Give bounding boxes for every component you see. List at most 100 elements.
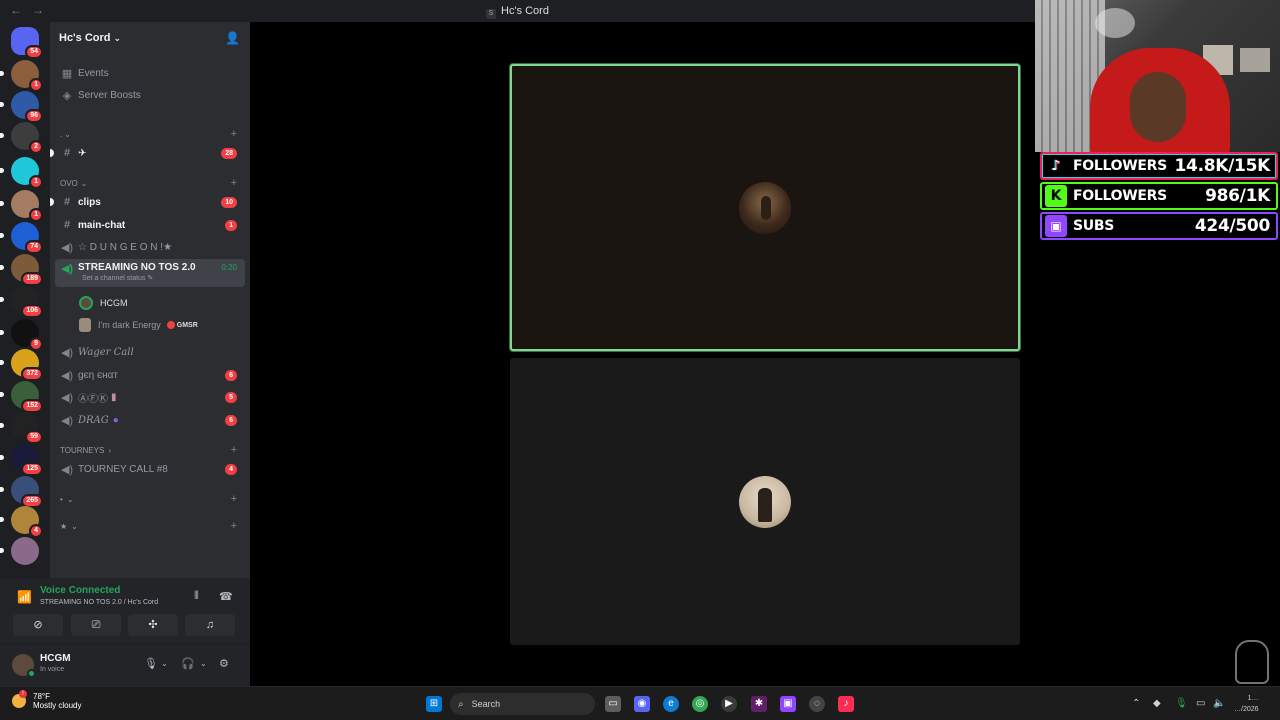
voice-connected-subtitle[interactable]: STREAMING NO TOS 2.0 / Hc's Cord — [40, 599, 158, 606]
category-tourneys[interactable]: TOURNEYS › + — [55, 440, 245, 460]
voice-channel-gen-chat[interactable]: ◀) gєη єнαт 6 — [55, 365, 245, 385]
pencil-icon: ✎ — [147, 275, 154, 282]
channel-plane[interactable]: # ✈ 28 — [50, 143, 245, 163]
gear-icon[interactable]: ⚙ — [219, 657, 229, 670]
start-icon[interactable]: ⊞ — [426, 696, 442, 712]
voice-channel-drag[interactable]: ◀) DRAG ● 6 — [55, 410, 245, 430]
server-icon[interactable]: 59 — [0, 412, 43, 444]
category-ovo[interactable]: OVO ⌄ + — [55, 173, 245, 193]
unread-indicator — [0, 487, 4, 492]
unread-indicator — [50, 149, 54, 157]
server-icon[interactable]: 74 — [0, 222, 43, 254]
speaker-icon: ◀) — [60, 263, 74, 275]
tiktok-app-icon[interactable]: ♪ — [838, 696, 854, 712]
voice-user-name: I'm dark Energy — [98, 320, 161, 330]
task-view-icon[interactable]: ▭ — [605, 696, 621, 712]
server-boosts-item[interactable]: ◈ Server Boosts — [55, 85, 245, 105]
participant-tile[interactable] — [510, 358, 1020, 645]
activities-button[interactable]: ✣ — [128, 614, 178, 636]
create-channel-icon[interactable]: + — [231, 520, 237, 532]
category-dot[interactable]: . ⌄ + — [55, 124, 245, 144]
mic-tray-icon[interactable]: 🎙 — [1175, 698, 1188, 709]
server-icon[interactable] — [0, 537, 39, 565]
mention-badge: 4 — [29, 524, 43, 538]
twitch-subs-goal: ▣ SUBS 424/500 — [1040, 212, 1278, 240]
microphone-icon[interactable]: 🎙 — [144, 657, 158, 670]
channel-clips[interactable]: # clips 10 — [50, 192, 245, 212]
network-icon[interactable]: ▭ — [1196, 698, 1205, 709]
chevron-down-icon[interactable]: ⌄ — [200, 659, 207, 668]
server-icon[interactable]: 125 — [0, 444, 43, 476]
camera-button[interactable]: ⊘ — [13, 614, 63, 636]
server-icon[interactable]: 4 — [0, 506, 43, 538]
disconnect-icon[interactable]: ☎ — [219, 590, 233, 603]
mention-badge: 1 — [29, 208, 43, 222]
server-icon[interactable]: 1 — [0, 60, 43, 92]
category-b[interactable]: ★ ⌄ + — [55, 516, 245, 536]
clock[interactable]: 1… …/2026 — [1234, 693, 1259, 715]
slack-icon[interactable]: ✱ — [751, 696, 767, 712]
voice-timer: 0:20 — [221, 263, 237, 272]
signal-icon[interactable]: 📶 — [17, 590, 32, 604]
create-channel-icon[interactable]: + — [231, 177, 237, 189]
voice-user-dark-energy[interactable]: I'm dark Energy GMSR — [79, 316, 198, 334]
media-player-icon[interactable]: ▶ — [721, 696, 737, 712]
clock-date: …/2026 — [1234, 706, 1259, 713]
mention-badge: 6 — [225, 369, 237, 381]
avatar — [79, 296, 93, 310]
streamer-face — [1130, 72, 1186, 142]
discord-icon[interactable]: ◉ — [634, 696, 650, 712]
server-icon[interactable]: 2 — [0, 122, 43, 154]
volume-icon[interactable]: 🔈 — [1213, 698, 1225, 709]
create-channel-icon[interactable]: + — [231, 128, 237, 140]
screen-share-icon: ⎚ — [91, 619, 101, 631]
camera-off-icon: ⊘ — [33, 619, 43, 631]
server-icon[interactable]: 1 — [0, 190, 43, 222]
server-icon[interactable]: 9 — [0, 319, 43, 351]
chrome-icon[interactable]: ◎ — [692, 696, 708, 712]
chevron-down-icon: ⌄ — [71, 521, 78, 531]
channel-status[interactable]: Set a channel status ✎ — [82, 274, 153, 282]
server-icon[interactable]: 96 — [0, 91, 43, 123]
voice-channel-afk[interactable]: ◀) ⒶⒻⓀ ▮ 5 — [55, 387, 245, 407]
server-icon[interactable]: 106 — [0, 286, 43, 318]
invite-people-icon[interactable]: 👤 — [225, 31, 240, 45]
voice-channel-dungeon[interactable]: ◀) ☆ D U N G E O N !★ — [55, 237, 245, 257]
server-icon[interactable]: 152 — [0, 381, 43, 413]
channel-main-chat[interactable]: # main-chat 1 — [55, 215, 245, 235]
hash-icon: # — [63, 219, 71, 231]
soundboard-button[interactable]: ♫ — [185, 614, 235, 636]
noise-suppression-icon[interactable]: ⦀ — [194, 590, 199, 603]
server-icon[interactable]: 372 — [0, 349, 43, 381]
voice-channel-streaming[interactable]: ◀) STREAMING NO TOS 2.0 0:20 Set a channe… — [55, 259, 245, 287]
tray-app-icon[interactable]: ◆ — [1153, 698, 1161, 709]
chevron-up-icon[interactable]: ⌃ — [1132, 698, 1140, 709]
voice-user-hcgm[interactable]: HCGM — [79, 294, 128, 312]
twitch-app-icon[interactable]: ▣ — [780, 696, 796, 712]
server-header[interactable]: Hc's Cord ⌄ 👤 — [50, 22, 250, 54]
hash-icon: # — [63, 147, 71, 159]
clock-time: 1… — [1247, 695, 1259, 702]
category-a[interactable]: • ⌄ + — [55, 489, 245, 509]
avatar[interactable] — [12, 654, 36, 678]
headphones-icon[interactable]: 🎧 — [181, 657, 195, 670]
chevron-down-icon[interactable]: ⌄ — [161, 659, 168, 668]
server-icon[interactable]: 54 — [11, 27, 43, 59]
server-icon[interactable]: 189 — [0, 254, 43, 286]
create-channel-icon[interactable]: + — [231, 444, 237, 456]
server-icon[interactable]: 265 — [0, 476, 43, 508]
username: HCGM — [40, 653, 71, 664]
edge-icon[interactable]: e — [663, 696, 679, 712]
obs-icon[interactable]: ◌ — [809, 696, 825, 712]
events-item[interactable]: ▦ Events — [55, 63, 245, 83]
participant-tile[interactable] — [510, 64, 1020, 351]
gen-chat-label: gєη єнαт — [78, 369, 118, 381]
voice-channel-tourney[interactable]: ◀) TOURNEY CALL #8 4 — [55, 459, 245, 479]
search-box[interactable]: ⌕ Search — [450, 693, 595, 715]
share-screen-button[interactable]: ⎚ — [71, 614, 121, 636]
owl-watermark-icon — [1235, 640, 1269, 684]
server-icon[interactable]: 1 — [0, 157, 43, 189]
create-channel-icon[interactable]: + — [231, 493, 237, 505]
weather-widget[interactable]: ! 78°F Mostly cloudy — [12, 690, 81, 710]
voice-channel-wager[interactable]: ◀) Wager Call — [55, 342, 245, 362]
